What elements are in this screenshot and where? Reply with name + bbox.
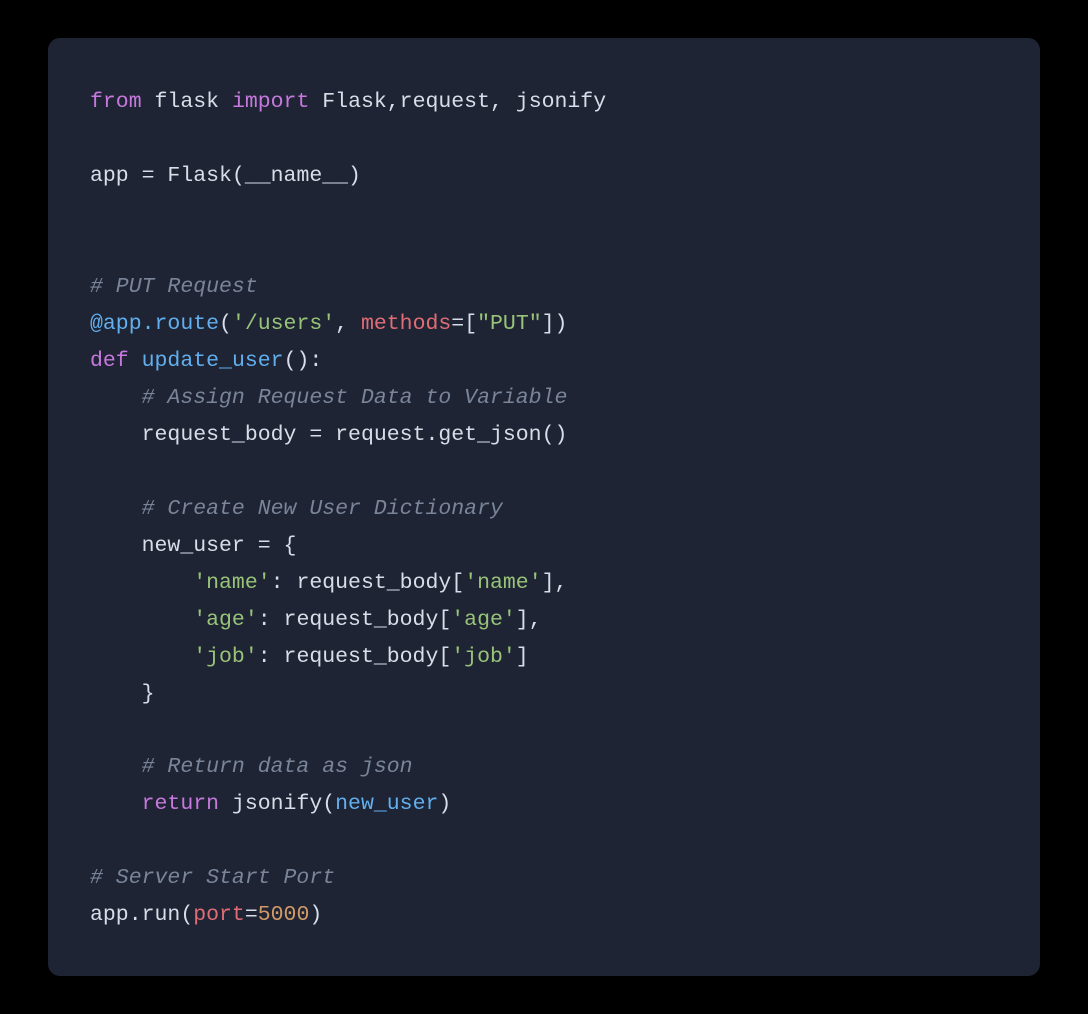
code-block[interactable]: from flask import Flask,request, jsonify… — [90, 84, 998, 934]
code-panel: from flask import Flask,request, jsonify… — [48, 38, 1040, 976]
